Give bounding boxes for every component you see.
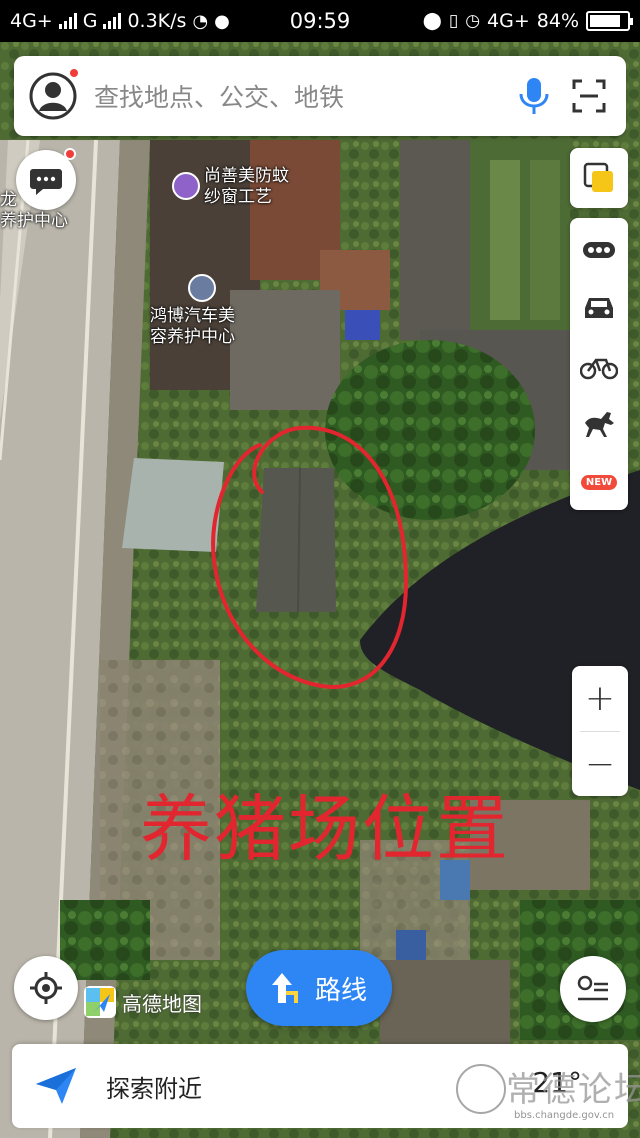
zoom-out-button[interactable]: − bbox=[572, 732, 628, 796]
status-bar: 4G+ G 0.3K/s ◔ ● 09:59 ⬤ ▯ ◷ 4G+ 84% bbox=[0, 0, 640, 42]
brand-logo: 高德地图 bbox=[84, 986, 202, 1018]
amap-logo-icon bbox=[84, 986, 116, 1018]
forum-watermark: 常德论坛 bbs.changde.gov.cn bbox=[456, 1062, 640, 1132]
bike-button[interactable] bbox=[570, 338, 628, 394]
brand-name: 高德地图 bbox=[122, 991, 202, 1016]
notification-dot bbox=[68, 67, 80, 79]
notification-dot bbox=[64, 148, 76, 160]
layers-icon bbox=[583, 162, 613, 192]
user-icon bbox=[29, 72, 77, 120]
new-feature-button[interactable]: NEW bbox=[570, 454, 628, 510]
search-input[interactable]: 查找地点、公交、地铁 bbox=[94, 78, 516, 114]
poi-label[interactable]: 尚善美防蚊 纱窗工艺 bbox=[204, 166, 289, 208]
watermark-seal-icon bbox=[456, 1064, 506, 1114]
crosshair-icon bbox=[30, 972, 62, 1004]
annotation-text: 养猪场位置 bbox=[140, 787, 511, 871]
car-icon bbox=[585, 298, 613, 318]
list-icon bbox=[577, 975, 608, 1001]
shop-icon[interactable] bbox=[172, 172, 200, 200]
zoom-in-button[interactable]: + bbox=[572, 666, 628, 730]
search-bar[interactable]: 查找地点、公交、地铁 bbox=[14, 56, 626, 136]
poi-label[interactable]: 龙 养护中心 bbox=[0, 190, 68, 232]
taxi-button[interactable] bbox=[570, 280, 628, 336]
scan-icon[interactable] bbox=[572, 79, 606, 113]
route-arrow-icon bbox=[271, 973, 298, 1003]
bicycle-icon bbox=[580, 358, 618, 380]
navigation-arrow-icon bbox=[36, 1068, 76, 1104]
traffic-icon bbox=[583, 242, 615, 258]
layers-button[interactable] bbox=[570, 148, 628, 208]
watermark-url: bbs.changde.gov.cn bbox=[514, 1110, 615, 1121]
new-badge: NEW bbox=[580, 474, 618, 490]
traffic-button[interactable] bbox=[570, 222, 628, 278]
list-button[interactable] bbox=[560, 956, 626, 1022]
avatar[interactable] bbox=[28, 67, 80, 121]
horse-button[interactable] bbox=[570, 396, 628, 452]
route-label: 路线 bbox=[314, 975, 367, 1006]
zoom-control: + − bbox=[572, 666, 628, 796]
car-service-icon[interactable] bbox=[188, 274, 216, 302]
route-button[interactable]: 路线 bbox=[246, 950, 392, 1026]
clock: 09:59 bbox=[289, 9, 351, 33]
tool-panel: NEW bbox=[570, 218, 628, 510]
watermark-text: 常德论坛 bbox=[506, 1070, 640, 1110]
explore-nearby-label: 探索附近 bbox=[106, 1074, 202, 1103]
microphone-icon[interactable] bbox=[516, 76, 552, 116]
battery-icon bbox=[586, 11, 633, 31]
poi-label[interactable]: 鸿博汽车美 容养护中心 bbox=[150, 306, 235, 348]
locate-button[interactable] bbox=[14, 956, 78, 1020]
horse-icon bbox=[585, 412, 614, 437]
